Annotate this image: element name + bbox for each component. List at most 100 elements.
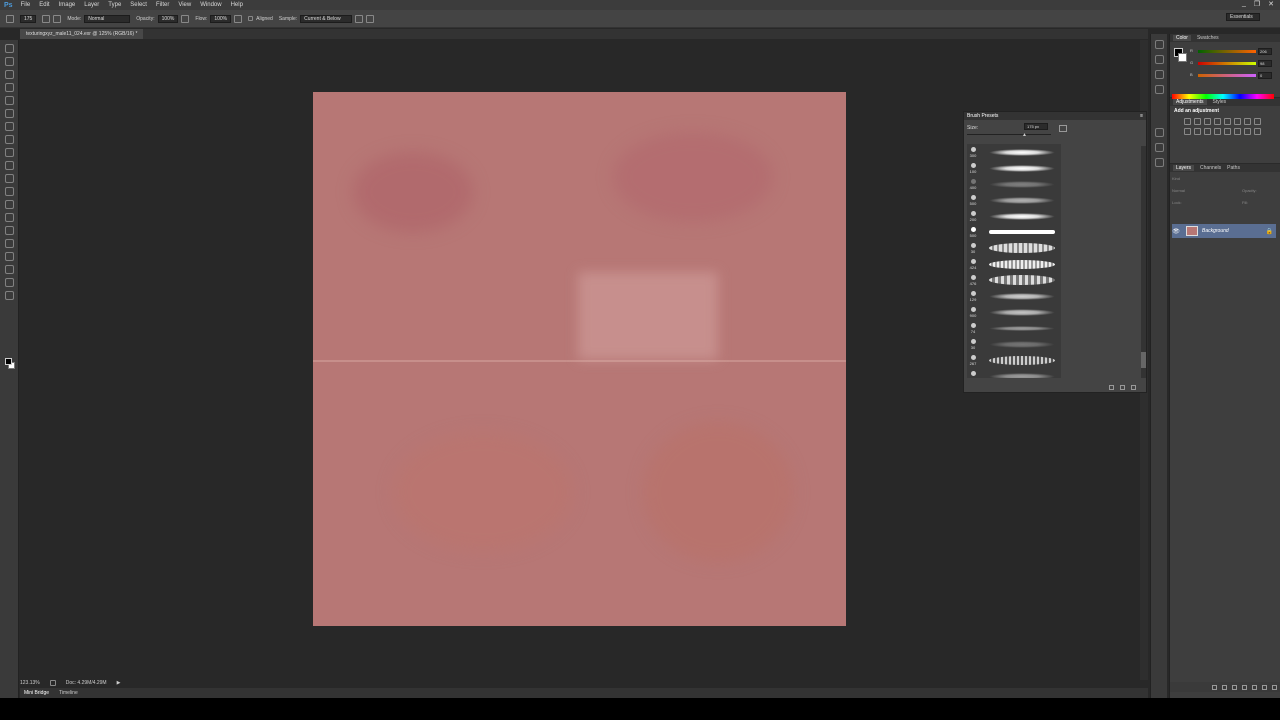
opacity-input[interactable]: 100%: [157, 14, 179, 23]
brush-preset-item[interactable]: 200: [967, 208, 1061, 224]
black-white-icon[interactable]: [1254, 118, 1261, 125]
size-slider-thumb[interactable]: ▲: [1022, 132, 1027, 138]
path-selection-tool-icon[interactable]: [4, 252, 14, 261]
pressure-size-icon[interactable]: [366, 14, 375, 23]
menu-help[interactable]: Help: [231, 2, 243, 8]
vibrance-icon[interactable]: [1224, 118, 1231, 125]
background-color-chip[interactable]: [1178, 53, 1187, 62]
new-group-icon[interactable]: [1252, 684, 1257, 690]
brush-tool-icon[interactable]: [4, 135, 14, 144]
size-input[interactable]: 175 px: [1024, 123, 1048, 130]
hue-saturation-icon[interactable]: [1234, 118, 1241, 125]
selective-color-icon[interactable]: [1254, 128, 1261, 135]
delete-layer-icon[interactable]: [1272, 684, 1277, 690]
menu-layer[interactable]: Layer: [84, 2, 99, 8]
document-tab[interactable]: texturingxyz_male11_024.exr @ 125% (RGB/…: [20, 29, 144, 39]
close-button[interactable]: ✕: [1268, 0, 1274, 8]
type-tool-icon[interactable]: [4, 239, 14, 248]
curves-icon[interactable]: [1204, 118, 1211, 125]
brush-preset-item[interactable]: 500: [967, 192, 1061, 208]
tab-swatches[interactable]: Swatches: [1197, 35, 1219, 41]
crop-tool-icon[interactable]: [4, 96, 14, 105]
minimize-button[interactable]: _: [1242, 0, 1246, 8]
brush-presets-header[interactable]: Brush Presets ≡: [964, 112, 1146, 120]
menu-window[interactable]: Window: [200, 2, 221, 8]
menu-filter[interactable]: Filter: [156, 2, 169, 8]
foreground-color-swatch[interactable]: [5, 358, 12, 365]
levels-icon[interactable]: [1194, 118, 1201, 125]
brush-preset-item[interactable]: 900: [967, 304, 1061, 320]
r-value[interactable]: 206: [1258, 48, 1272, 55]
restore-button[interactable]: ❐: [1254, 0, 1260, 8]
clone-source-icon[interactable]: [1154, 158, 1164, 167]
airbrush-icon[interactable]: [234, 14, 243, 23]
actions-icon[interactable]: [1154, 55, 1164, 64]
brush-preset-item[interactable]: 424: [967, 256, 1061, 272]
link-layers-icon[interactable]: [1212, 684, 1217, 690]
blend-mode-select[interactable]: Normal: [1172, 188, 1185, 193]
healing-brush-tool-icon[interactable]: [4, 122, 14, 131]
paragraph-icon[interactable]: [1154, 85, 1164, 94]
document-canvas[interactable]: [313, 92, 846, 626]
add-mask-icon[interactable]: [1232, 684, 1237, 690]
visibility-eye-icon[interactable]: 👁: [1172, 228, 1180, 235]
sample-select[interactable]: Current & Below: [300, 14, 353, 23]
size-slider[interactable]: [967, 134, 1051, 135]
brush-preset-item[interactable]: 300: [967, 144, 1061, 160]
b-slider[interactable]: [1198, 74, 1256, 77]
g-value[interactable]: 98: [1258, 60, 1272, 67]
menu-view[interactable]: View: [178, 2, 191, 8]
tab-paths[interactable]: Paths: [1227, 165, 1240, 171]
move-tool-icon[interactable]: [4, 44, 14, 53]
pressure-opacity-icon[interactable]: [181, 14, 190, 23]
menu-select[interactable]: Select: [130, 2, 147, 8]
menu-image[interactable]: Image: [59, 2, 76, 8]
tab-timeline[interactable]: Timeline: [59, 690, 78, 696]
hand-tool-icon[interactable]: [4, 278, 14, 287]
lock-icon[interactable]: 🔒: [1266, 228, 1273, 235]
b-value[interactable]: 0: [1258, 72, 1272, 79]
clone-stamp-tool-icon[interactable]: [4, 148, 14, 157]
delete-brush-icon[interactable]: [1131, 384, 1136, 390]
brush-presets-icon[interactable]: [1154, 128, 1164, 137]
menu-edit[interactable]: Edit: [39, 2, 49, 8]
aligned-checkbox[interactable]: [248, 16, 254, 21]
clone-source-panel-icon[interactable]: [53, 14, 62, 23]
history-icon[interactable]: [1154, 40, 1164, 49]
brush-icon[interactable]: [1154, 143, 1164, 152]
layer-name[interactable]: Background: [1202, 228, 1266, 234]
zoom-tool-icon[interactable]: [4, 291, 14, 300]
color-lookup-icon[interactable]: [1204, 128, 1211, 135]
lasso-tool-icon[interactable]: [4, 70, 14, 79]
tab-adjustments[interactable]: Adjustments: [1173, 99, 1207, 105]
status-info-icon[interactable]: [49, 680, 56, 686]
dodge-tool-icon[interactable]: [4, 213, 14, 222]
brightness-icon[interactable]: [1184, 118, 1191, 125]
kind-filter[interactable]: Kind: [1172, 176, 1180, 181]
new-adjustment-icon[interactable]: [1242, 684, 1247, 690]
history-brush-tool-icon[interactable]: [4, 161, 14, 170]
brush-preset-item[interactable]: 267: [967, 352, 1061, 368]
color-balance-icon[interactable]: [1244, 118, 1251, 125]
brush-preset-item[interactable]: 129: [967, 288, 1061, 304]
posterize-icon[interactable]: [1224, 128, 1231, 135]
brush-list-scrollbar[interactable]: [1141, 146, 1146, 378]
eraser-tool-icon[interactable]: [4, 174, 14, 183]
new-preset-icon[interactable]: [1059, 125, 1067, 132]
tab-channels[interactable]: Channels: [1200, 165, 1221, 171]
eyedropper-tool-icon[interactable]: [4, 109, 14, 118]
brush-preset-item[interactable]: 476: [967, 272, 1061, 288]
g-slider[interactable]: [1198, 62, 1256, 65]
brush-size-picker[interactable]: 175: [20, 14, 37, 23]
layer-style-icon[interactable]: [1222, 684, 1227, 690]
pen-tool-icon[interactable]: [4, 226, 14, 235]
tab-layers[interactable]: Layers: [1173, 165, 1195, 171]
layer-row-background[interactable]: 👁 Background 🔒: [1172, 224, 1276, 238]
brush-preset-item[interactable]: 30: [967, 240, 1061, 256]
threshold-icon[interactable]: [1234, 128, 1241, 135]
color-spectrum-ramp[interactable]: [1172, 94, 1274, 99]
brush-preset-item[interactable]: 74: [967, 320, 1061, 336]
zoom-level[interactable]: 123.13%: [20, 680, 40, 686]
menu-file[interactable]: File: [21, 2, 31, 8]
flow-input[interactable]: 100%: [210, 14, 232, 23]
